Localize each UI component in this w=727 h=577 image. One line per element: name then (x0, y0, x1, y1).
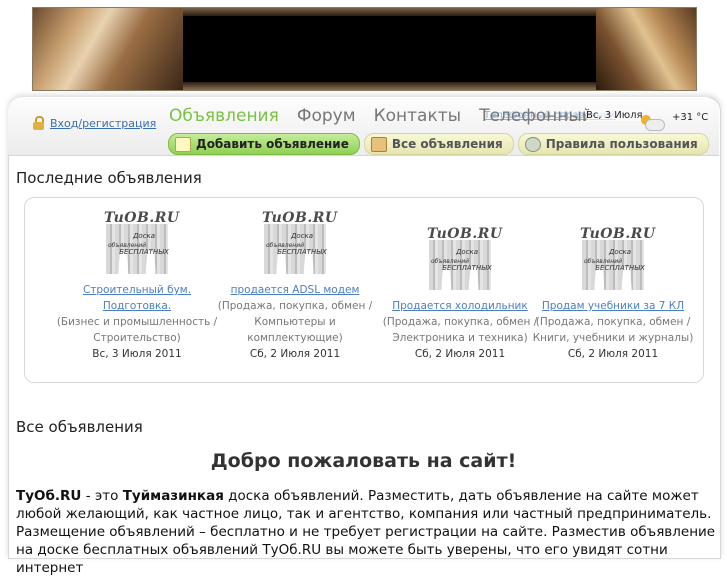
ad-category: (Продажа, покупка, обмен / Книги, учебни… (532, 316, 694, 344)
login-link[interactable]: Вход/регистрация (33, 116, 156, 130)
city-name: Туймазинкая (122, 488, 224, 504)
menu-item-forum[interactable]: Форум (297, 106, 356, 126)
ad-item: TuOB.RU Доска БЕСПЛАТНЫХ объявлений Прод… (528, 224, 698, 362)
ad-title-link[interactable]: Продам учебники за 7 КЛ (528, 298, 698, 314)
note-icon (175, 136, 191, 152)
welcome-title: Добро пожаловать на сайт! (210, 450, 517, 472)
banner-frame-top (183, 8, 596, 16)
all-ads-heading: Все объявления (16, 418, 143, 436)
banner-center (183, 16, 596, 82)
ad-item: TuOB.RU Доска БЕСПЛАТНЫХ объявлений Прод… (375, 224, 545, 362)
add-ad-button[interactable]: Добавить объявление (168, 133, 360, 155)
ad-title-link[interactable]: Строительный бум. Подготовка. (52, 282, 222, 314)
ad-thumbnail[interactable]: TuOB.RU Доска БЕСПЛАТНЫХ объявлений (423, 224, 502, 298)
menu-item-ads[interactable]: Объявления (169, 106, 279, 126)
folder-icon (370, 136, 387, 152)
ad-category: (Продажа, покупка, обмен / Компьютеры и … (217, 300, 373, 344)
ad-item: TuOB.RU Доска БЕСПЛАТНЫХ объявлений Стро… (52, 208, 222, 362)
ad-thumbnail[interactable]: TuOB.RU Доска БЕСПЛАТНЫХ объявлений (576, 224, 655, 298)
smiley-icon (524, 136, 541, 152)
all-ads-label: Все объявления (391, 137, 503, 151)
banner-left-figure (33, 8, 183, 90)
login-label[interactable]: Вход/регистрация (50, 117, 156, 130)
ad-date: Сб, 2 Июля 2011 (567, 348, 659, 360)
ad-thumbnail[interactable]: TuOB.RU Доска БЕСПЛАТНЫХ объявлений (100, 208, 179, 282)
ad-category: (Продажа, покупка, обмен / Электроника и… (382, 316, 538, 344)
all-ads-button[interactable]: Все объявления (363, 133, 514, 155)
weather-cloud-icon (641, 113, 667, 131)
rules-label: Правила пользования (545, 137, 698, 151)
lock-icon (33, 116, 44, 130)
site-name: ТуОб.RU (16, 488, 82, 504)
header-banner (32, 7, 697, 91)
add-ad-label: Добавить объявление (196, 137, 349, 151)
latest-ads-heading: Последние объявления (16, 169, 202, 187)
ad-item: TuOB.RU Доска БЕСПЛАТНЫХ объявлений прод… (210, 208, 380, 362)
intro-paragraph: ТуОб.RU - это Туймазинкая доска объявлен… (16, 488, 716, 576)
banner-frame-bottom (183, 82, 596, 90)
latest-ads-list: TuOB.RU Доска БЕСПЛАТНЫХ объявлений Стро… (24, 197, 704, 383)
temperature: +31 °C (672, 112, 709, 123)
ad-title-link[interactable]: Продается холодильник (375, 298, 545, 314)
menu-item-contacts[interactable]: Контакты (374, 106, 462, 126)
rules-button[interactable]: Правила пользования (517, 133, 709, 155)
ad-date: Сб, 2 Июля 2011 (414, 348, 506, 360)
ad-thumbnail[interactable]: TuOB.RU Доска БЕСПЛАТНЫХ объявлений (258, 208, 337, 282)
ad-date: Сб, 2 Июля 2011 (249, 348, 341, 360)
ad-date: Вс, 3 Июля 2011 (92, 348, 182, 360)
current-date: Вс, 3 Июля (586, 110, 643, 121)
sub-navigation: Добавить объявление Все объявления Прави… (168, 133, 709, 155)
ad-title-link[interactable]: продается ADSL модем (210, 282, 380, 298)
ad-category: (Бизнес и промышленность / Строительство… (56, 316, 218, 344)
banner-right-figure (596, 8, 696, 90)
